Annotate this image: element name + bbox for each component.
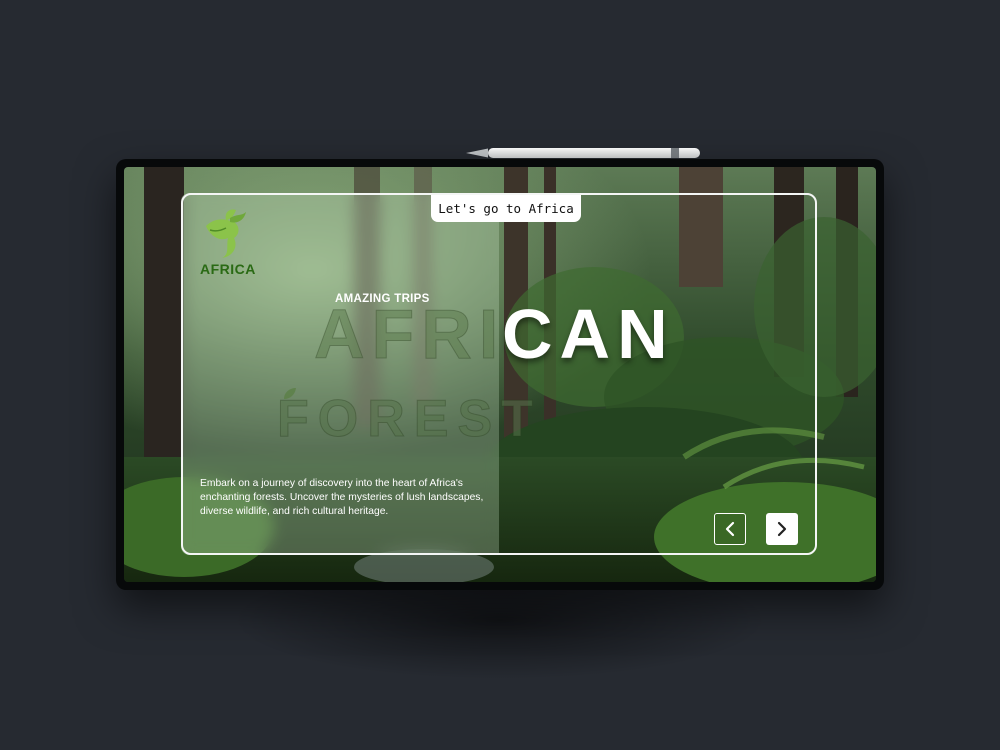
screen: Let's go to Africa AFRICA AMAZING TRIPS … bbox=[124, 167, 876, 582]
hero-subtitle: FOREST bbox=[277, 390, 542, 448]
hero-description: Embark on a journey of discovery into th… bbox=[200, 478, 484, 517]
next-slide-button[interactable] bbox=[766, 513, 798, 545]
africa-logo[interactable]: AFRICA bbox=[200, 208, 260, 278]
africa-leaf-icon bbox=[206, 209, 246, 258]
tablet-device: Let's go to Africa AFRICA AMAZING TRIPS … bbox=[116, 159, 884, 590]
hero-title-left: AFRI bbox=[313, 295, 506, 373]
logo-text: AFRICA bbox=[200, 261, 256, 277]
hero-title-right: CAN bbox=[502, 295, 675, 373]
tagline-pill: Let's go to Africa bbox=[431, 195, 581, 222]
previous-slide-button[interactable] bbox=[714, 513, 746, 545]
chevron-left-icon bbox=[725, 521, 735, 537]
stylus-pencil bbox=[466, 148, 700, 158]
chevron-right-icon bbox=[777, 521, 787, 537]
